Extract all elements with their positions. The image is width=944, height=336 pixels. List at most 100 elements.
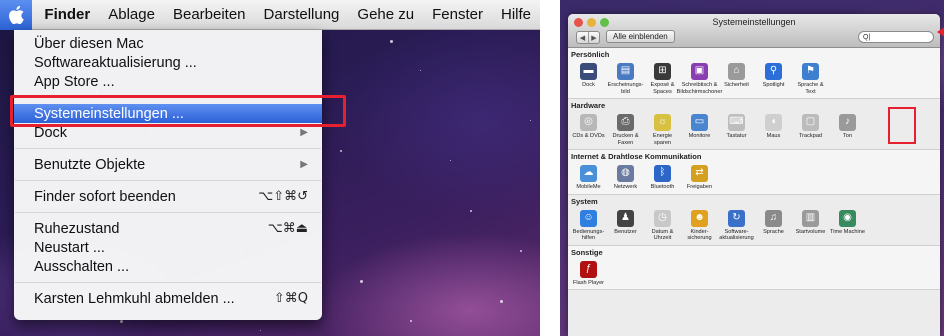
menu-item-logout[interactable]: Karsten Lehmkuhl abmelden ... ⇧⌘Q xyxy=(14,289,322,308)
pref-item-appearance[interactable]: ▤ Erscheinungs- bild xyxy=(607,60,644,95)
star-decoration xyxy=(500,300,503,303)
parental-icon: ☻ xyxy=(691,209,708,227)
menubar-darstellung[interactable]: Darstellung xyxy=(255,0,349,30)
pref-item-mobileme[interactable]: ☁ MobileMe xyxy=(570,162,607,191)
menu-item-label: Finder sofort beenden xyxy=(34,188,176,205)
menu-item-force-quit[interactable]: Finder sofort beenden ⌥⇧⌘↺ xyxy=(14,187,322,206)
pref-item-users[interactable]: ♟ Benutzer xyxy=(607,207,644,242)
pref-item-clock[interactable]: ◷ Datum & Uhrzeit xyxy=(644,207,681,242)
pref-item-language[interactable]: ⚑ Sprache & Text xyxy=(792,60,829,95)
menubar-ablage[interactable]: Ablage xyxy=(99,0,164,30)
pref-label: Flash Player xyxy=(572,279,605,286)
spotlight-icon: ⚲ xyxy=(765,63,782,80)
pref-item-update[interactable]: ↻ Software- aktualisierung xyxy=(718,207,755,242)
pref-item-dock[interactable]: ▬ Dock xyxy=(570,60,607,95)
menubar-fenster[interactable]: Fenster xyxy=(423,0,492,30)
pref-label: Bluetooth xyxy=(650,184,675,190)
menubar-finder[interactable]: Finder xyxy=(32,0,99,30)
pref-item-bluetooth[interactable]: ᛒ Bluetooth xyxy=(644,162,681,191)
window-title: Systemeinstellungen xyxy=(712,17,796,27)
menubar-hilfe[interactable]: Hilfe xyxy=(492,0,540,30)
update-icon: ↻ xyxy=(728,209,745,227)
pref-row-system: ☺ Bedienungs- hilfen ♟ Benutzer ◷ Datum & Uhr… xyxy=(568,207,940,242)
desktop-icon: ▣ xyxy=(691,63,708,80)
menu-item-label: Ausschalten ... xyxy=(34,258,130,275)
keyboard-icon: ⌨ xyxy=(728,114,745,131)
mobileme-icon: ☁ xyxy=(580,165,597,182)
pref-item-parental[interactable]: ☻ Kinder- sicherung xyxy=(681,207,718,242)
pref-item-security[interactable]: ⌂ Sicherheit xyxy=(718,60,755,95)
menu-item-about[interactable]: Über diesen Mac xyxy=(14,34,322,53)
back-arrow-icon[interactable]: ◀ xyxy=(577,32,588,43)
monitor-icon: ▭ xyxy=(691,114,708,131)
menu-item-shutdown[interactable]: Ausschalten ... xyxy=(14,257,322,276)
section-internet: Internet & Drahtlose Kommunikation ☁ Mobi… xyxy=(568,150,940,195)
pref-row-other: ƒ Flash Player xyxy=(568,258,940,287)
menu-separator xyxy=(15,148,321,149)
pref-label: Ton xyxy=(842,133,853,139)
star-decoration xyxy=(470,210,472,212)
menu-item-app-store[interactable]: App Store ... xyxy=(14,72,322,91)
pref-label: Freigaben xyxy=(686,184,713,190)
pref-item-startup-disk[interactable]: ▥ Startvolume xyxy=(792,207,829,242)
network-icon: ◍ xyxy=(617,165,634,182)
menubar-bearbeiten[interactable]: Bearbeiten xyxy=(164,0,255,30)
pref-item-sound[interactable]: ♪ Ton xyxy=(829,111,866,146)
pref-item-cd[interactable]: ◎ CDs & DVDs xyxy=(570,111,607,146)
expose-icon: ⊞ xyxy=(654,63,671,80)
apple-icon[interactable] xyxy=(0,0,33,30)
pref-item-timemachine[interactable]: ◉ Time Machine xyxy=(829,207,866,242)
menu-item-label: App Store ... xyxy=(34,73,115,90)
pref-row-internet: ☁ MobileMe ◍ Netzwerk ᛒ Bluetooth ⇄ Freigaben xyxy=(568,162,940,191)
menu-item-recent-items[interactable]: Benutzte Objekte ▶ xyxy=(14,155,322,174)
menubar-gehe-zu[interactable]: Gehe zu xyxy=(348,0,423,30)
pref-label: Energie sparen xyxy=(652,133,673,146)
pref-label: Software- aktualisierung xyxy=(719,228,754,242)
forward-arrow-icon[interactable]: ▶ xyxy=(588,32,599,43)
pref-label: Drucken & Faxen xyxy=(612,133,639,146)
menu-item-sleep[interactable]: Ruhezustand ⌥⌘⏏ xyxy=(14,219,322,238)
show-all-button[interactable]: Alle einblenden xyxy=(606,30,675,43)
pref-item-network[interactable]: ◍ Netzwerk xyxy=(607,162,644,191)
system-preferences-screenshot: Systemeinstellungen ◀ ▶ Alle einblenden … xyxy=(560,0,944,336)
pref-item-speech[interactable]: ♫ Sprache xyxy=(755,207,792,242)
star-decoration xyxy=(450,160,451,161)
nav-buttons: ◀ ▶ xyxy=(576,31,600,44)
menu-separator xyxy=(15,212,321,213)
pref-label: Netzwerk xyxy=(613,184,638,190)
pref-item-mouse[interactable]: ◖ Maus xyxy=(755,111,792,146)
menu-item-label: Systemeinstellungen ... xyxy=(34,105,184,122)
pref-item-desktop[interactable]: ▣ Schreibtisch & Bildschirmschoner xyxy=(677,60,722,95)
pref-item-expose[interactable]: ⊞ Exposé & Spaces xyxy=(644,60,681,95)
menu-item-system-preferences[interactable]: Systemeinstellungen ... xyxy=(14,104,322,123)
menu-item-software-update[interactable]: Softwareaktualisierung ... xyxy=(14,53,322,72)
pref-item-keyboard[interactable]: ⌨ Tastatur xyxy=(718,111,755,146)
pref-item-accessibility[interactable]: ☺ Bedienungs- hilfen xyxy=(570,207,607,242)
section-title: Sonstige xyxy=(571,247,603,257)
menu-item-dock[interactable]: Dock ▶ xyxy=(14,123,322,142)
annotation-arrow-icon xyxy=(937,26,944,38)
section-hardware: Hardware ◎ CDs & DVDs ⎙ Drucken & Faxen ☼ Ene… xyxy=(568,99,940,150)
pref-label: Sicherheit xyxy=(724,82,749,88)
section-title: Hardware xyxy=(571,101,606,110)
accessibility-icon: ☺ xyxy=(580,209,597,227)
pref-item-spotlight[interactable]: ⚲ Spotlight xyxy=(755,60,792,95)
pref-label: Erscheinungs- bild xyxy=(607,82,644,95)
language-icon: ⚑ xyxy=(802,63,819,80)
pref-item-monitor[interactable]: ▭ Monitore xyxy=(681,111,718,146)
pref-item-trackpad[interactable]: ▢ Trackpad xyxy=(792,111,829,146)
menu-item-label: Dock xyxy=(34,124,68,141)
pref-item-energy[interactable]: ☼ Energie sparen xyxy=(644,111,681,146)
bluetooth-icon: ᛒ xyxy=(654,165,671,182)
search-input[interactable]: Q| xyxy=(858,31,934,43)
pref-item-flash[interactable]: ƒ Flash Player xyxy=(570,258,607,287)
section-title: Internet & Drahtlose Kommunikation xyxy=(571,152,702,161)
pref-item-printer[interactable]: ⎙ Drucken & Faxen xyxy=(607,111,644,146)
apple-menu-screenshot: Finder Ablage Bearbeiten Darstellung Geh… xyxy=(0,0,540,336)
security-icon: ⌂ xyxy=(728,63,745,80)
section-personal: Persönlich ▬ Dock ▤ Erscheinungs- bild ⊞ Expo… xyxy=(568,48,940,99)
menu-item-label: Softwareaktualisierung ... xyxy=(34,54,197,71)
section-title: Persönlich xyxy=(571,50,610,59)
pref-item-sharing[interactable]: ⇄ Freigaben xyxy=(681,162,718,191)
menu-item-restart[interactable]: Neustart ... xyxy=(14,238,322,257)
